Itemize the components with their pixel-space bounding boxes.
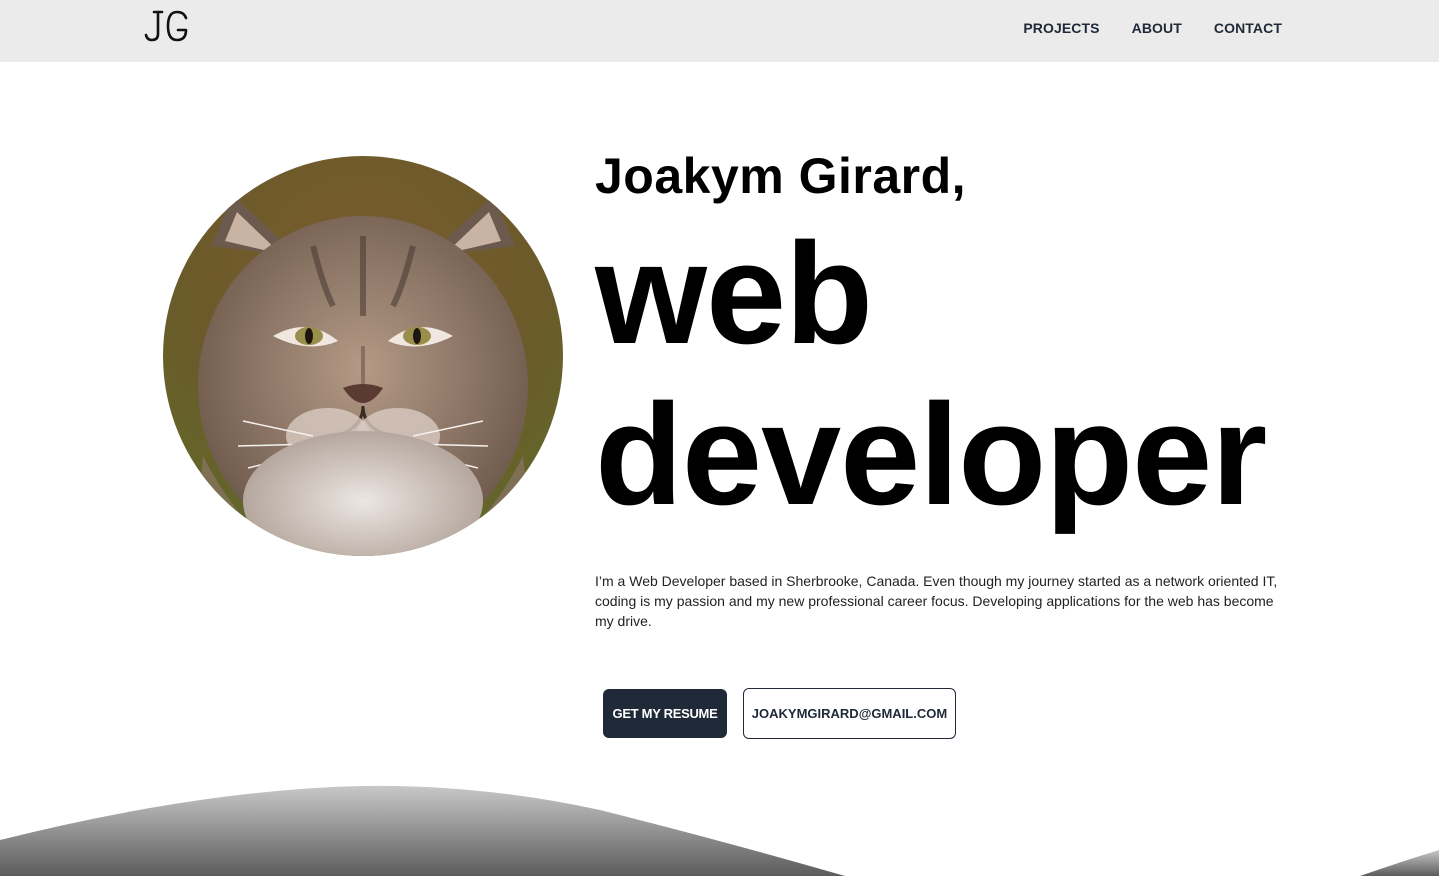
hero-bio: I’m a Web Developer based in Sherbrooke,… <box>595 573 1278 629</box>
get-resume-button[interactable]: GET MY RESUME <box>603 689 727 738</box>
hero-name: Joakym Girard, <box>595 148 967 204</box>
nav-link-projects[interactable]: PROJECTS <box>1023 20 1099 36</box>
hero-role-line2: developer <box>595 374 1267 535</box>
nav-link-contact[interactable]: CONTACT <box>1214 20 1282 36</box>
nav-link-about[interactable]: ABOUT <box>1132 20 1182 36</box>
hero-role-line1: web <box>595 213 873 374</box>
email-button[interactable]: JOAKYMGIRARD@GMAIL.COM <box>743 688 956 739</box>
avatar <box>163 156 563 556</box>
wave-divider <box>0 785 1439 876</box>
lynx-portrait-image <box>163 156 563 556</box>
nav-links: PROJECTS ABOUT CONTACT <box>1023 20 1282 36</box>
navbar: PROJECTS ABOUT CONTACT <box>0 0 1439 62</box>
logo-jg[interactable] <box>144 8 192 44</box>
